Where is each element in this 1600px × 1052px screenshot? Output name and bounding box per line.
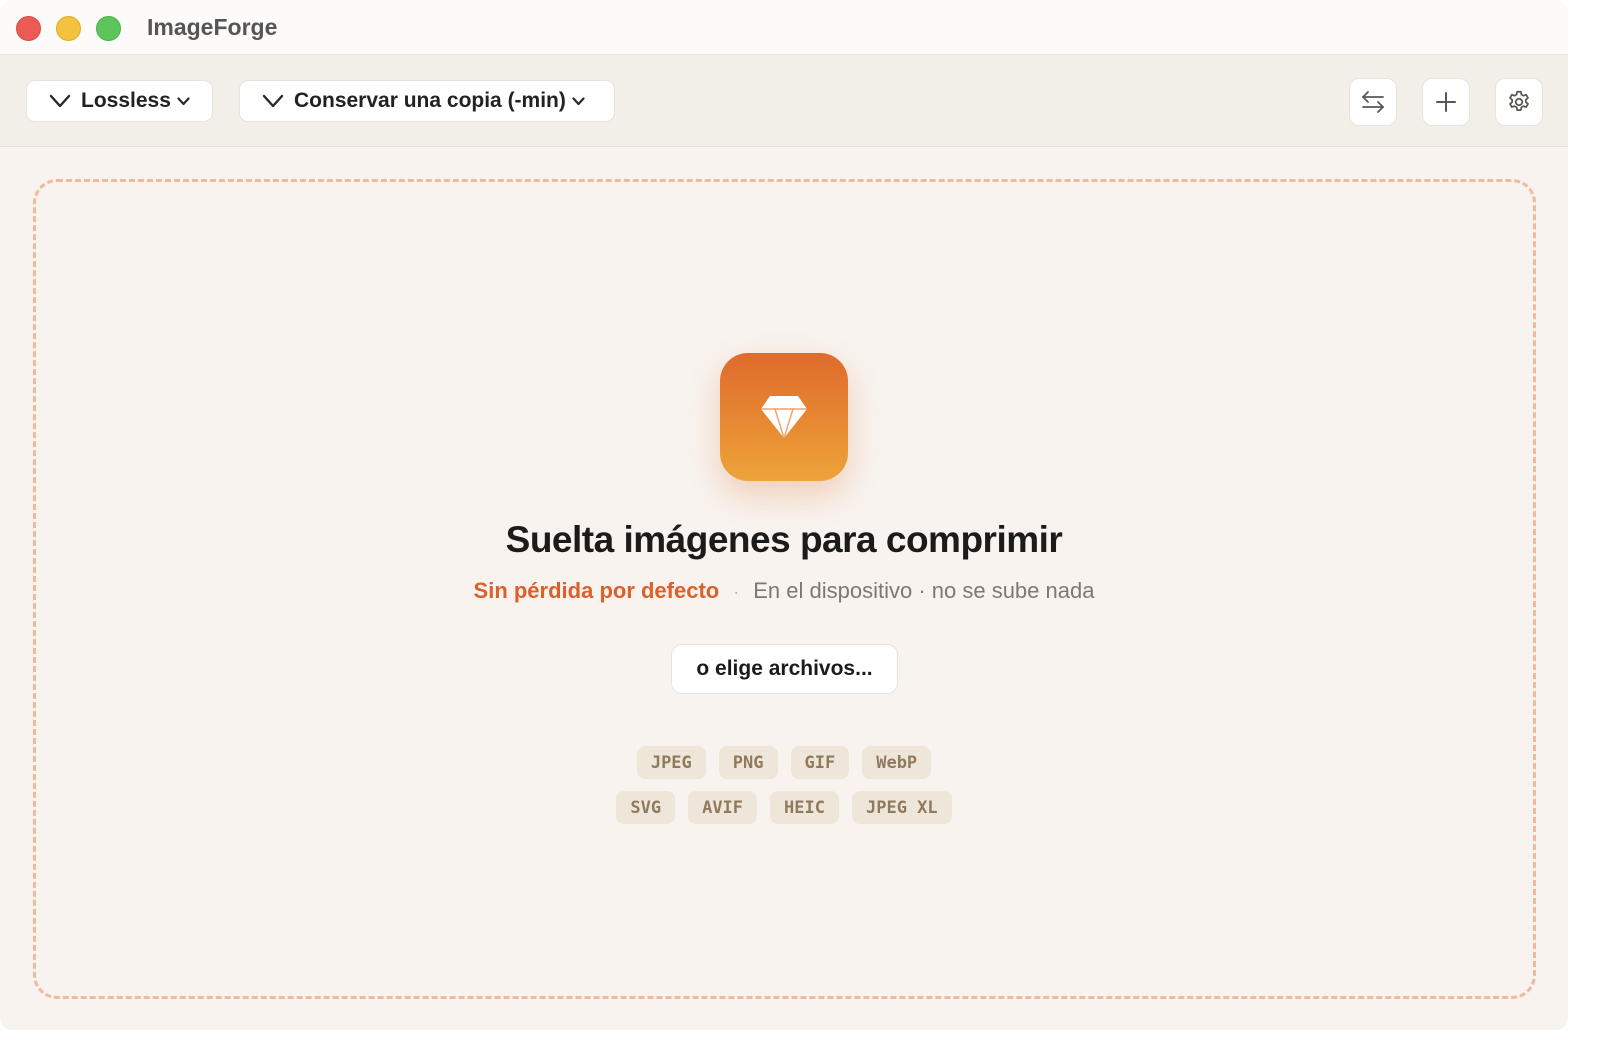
app-window: ImageForge Lossless Conservar una copia … xyxy=(0,0,1568,1030)
format-chip: GIF xyxy=(790,746,850,779)
gear-icon xyxy=(1509,90,1529,111)
chevron-down-icon xyxy=(177,96,190,105)
minimize-window-button[interactable] xyxy=(56,16,81,41)
drop-headline: Suelta imágenes para comprimir xyxy=(505,519,1063,560)
chevron-down-icon xyxy=(49,94,71,108)
format-chips-row-2: SVG AVIF HEIC JPEG XL xyxy=(0,791,1568,824)
toolbar: Lossless Conservar una copia (-min) xyxy=(0,55,1568,147)
output-mode-dropdown[interactable]: Conservar una copia (-min) xyxy=(239,80,615,122)
title-bar: ImageForge xyxy=(0,0,1568,55)
close-window-button[interactable] xyxy=(16,16,41,41)
settings-button[interactable] xyxy=(1495,78,1543,126)
diamond-icon xyxy=(761,396,807,439)
format-chip: PNG xyxy=(718,746,778,779)
quality-dropdown-label: Lossless xyxy=(81,89,171,112)
format-chip: SVG xyxy=(616,791,676,824)
chevron-down-icon xyxy=(262,94,284,108)
swap-button[interactable] xyxy=(1349,78,1397,126)
format-chip: WebP xyxy=(862,746,932,779)
format-chip: JPEG xyxy=(636,746,706,779)
swap-arrows-icon xyxy=(1362,91,1384,113)
format-chips-row-1: JPEG PNG GIF WebP xyxy=(0,746,1568,779)
maximize-window-button[interactable] xyxy=(96,16,121,41)
chevron-down-icon xyxy=(572,96,585,105)
drop-subline: Sin pérdida por defecto · En el dispositiv… xyxy=(0,578,1568,604)
lossless-default-text: Sin pérdida por defecto xyxy=(473,578,720,603)
choose-files-button[interactable]: o elige archivos... xyxy=(671,644,898,694)
format-chip: JPEG XL xyxy=(851,791,952,824)
quality-dropdown[interactable]: Lossless xyxy=(26,80,213,122)
app-title: ImageForge xyxy=(147,14,278,40)
app-logo xyxy=(720,353,848,481)
on-device-text: En el dispositivo · no se sube nada xyxy=(753,578,1095,603)
format-chip: HEIC xyxy=(770,791,839,824)
add-button[interactable] xyxy=(1422,78,1470,126)
output-mode-dropdown-label: Conservar una copia (-min) xyxy=(294,89,566,112)
format-chip: AVIF xyxy=(688,791,758,824)
plus-icon xyxy=(1436,92,1456,112)
separator-dot: · xyxy=(733,582,740,602)
